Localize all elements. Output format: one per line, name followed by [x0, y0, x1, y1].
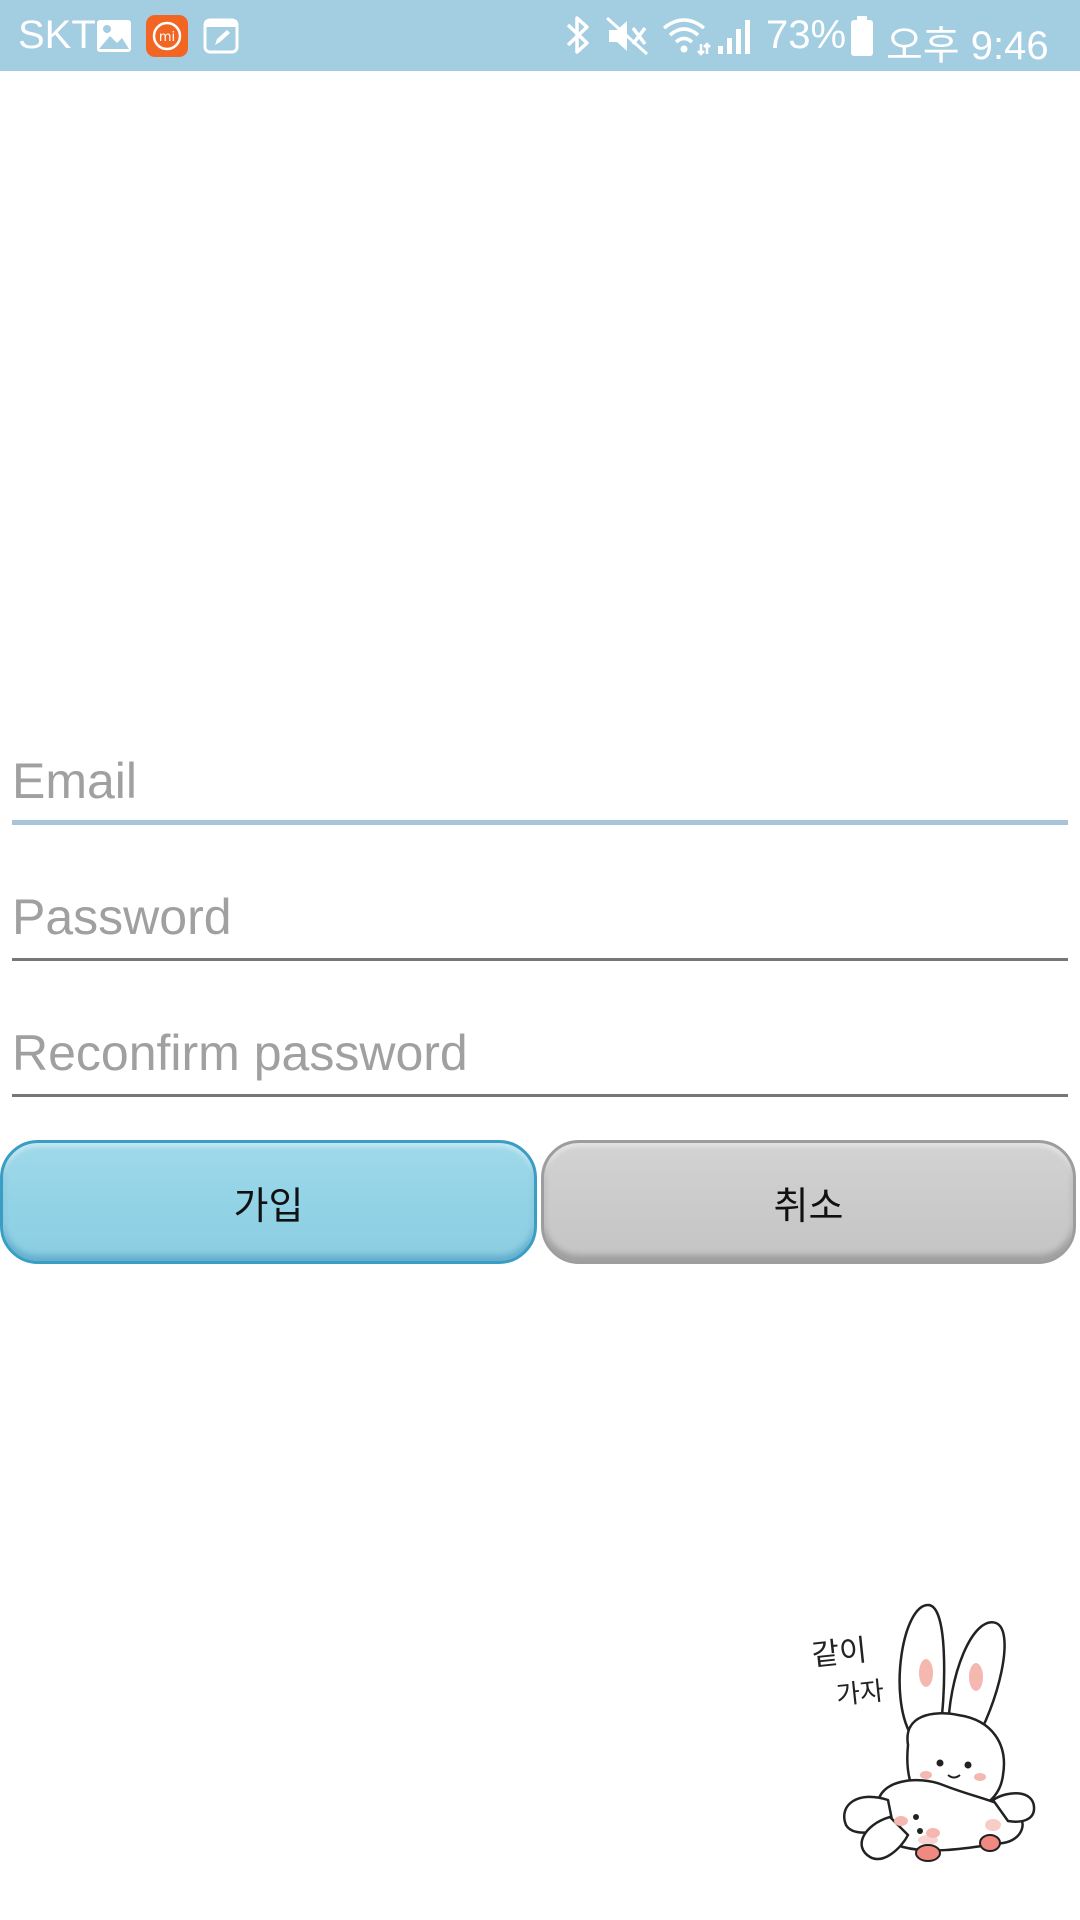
mute-icon — [605, 16, 649, 66]
join-button-label: 가입 — [233, 1183, 304, 1228]
email-input[interactable] — [12, 745, 1068, 817]
status-bar: SKT mi 73% 오후 9:46 — [0, 0, 1080, 71]
carrier-label: SKT — [18, 13, 96, 57]
join-button[interactable]: 가입 — [0, 1140, 537, 1264]
reconfirm-field-container — [12, 1017, 1068, 1097]
bunny-sticker-icon — [808, 1585, 1038, 1875]
mi-app-icon: mi — [146, 15, 188, 67]
note-icon — [203, 18, 239, 64]
wifi-icon — [661, 16, 711, 66]
battery-icon — [850, 15, 874, 67]
email-field-container — [12, 745, 1068, 825]
password-input[interactable] — [12, 881, 1068, 953]
bluetooth-icon — [563, 14, 593, 66]
reconfirm-underline — [12, 1094, 1068, 1097]
password-field-container — [12, 881, 1068, 961]
battery-percent: 73% — [766, 13, 847, 57]
password-underline — [12, 958, 1068, 961]
email-underline — [12, 820, 1068, 825]
gallery-icon — [96, 18, 132, 63]
signal-icon — [716, 16, 756, 66]
reconfirm-password-input[interactable] — [12, 1017, 1068, 1089]
svg-text:mi: mi — [159, 30, 175, 45]
cancel-button-label: 취소 — [773, 1183, 844, 1228]
cancel-button[interactable]: 취소 — [541, 1140, 1076, 1264]
clock: 오후 9:46 — [886, 24, 1049, 68]
